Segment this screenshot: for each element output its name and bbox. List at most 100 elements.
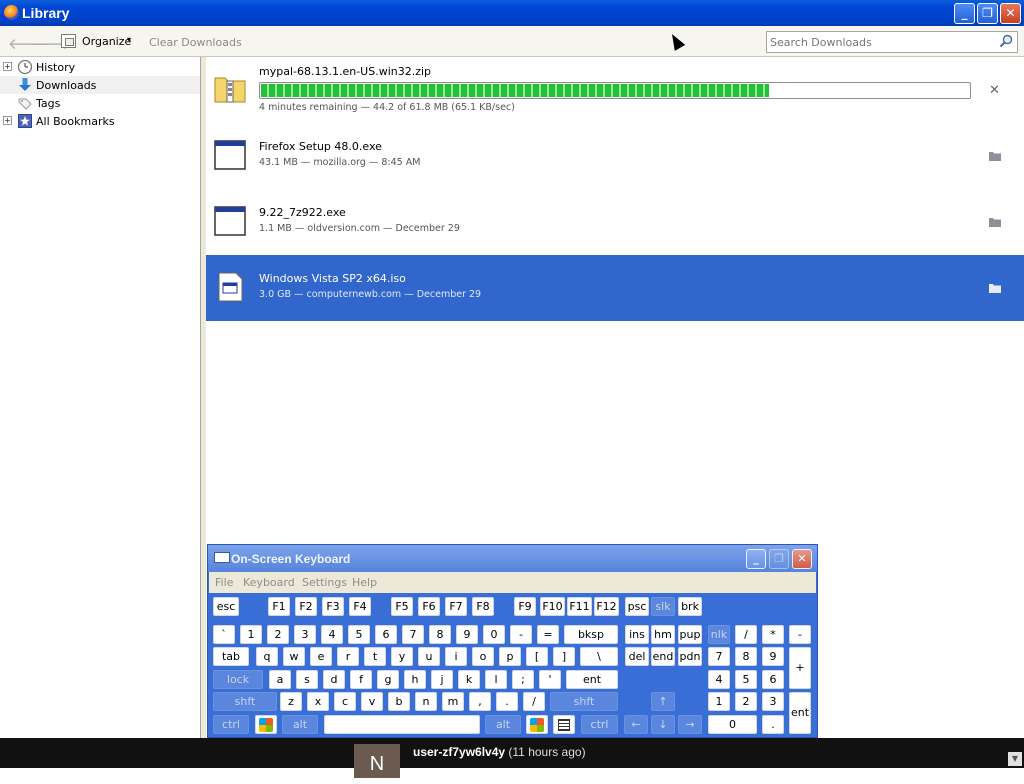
key-space[interactable] bbox=[324, 715, 480, 734]
sidebar-item-history[interactable]: + History bbox=[0, 58, 200, 76]
key-arrow-right[interactable]: → bbox=[678, 715, 702, 734]
key-6[interactable]: 6 bbox=[375, 625, 397, 644]
open-folder-icon[interactable] bbox=[988, 150, 1002, 162]
key-0[interactable]: 0 bbox=[483, 625, 505, 644]
key-ctrl-left[interactable]: ctrl bbox=[213, 715, 249, 734]
key-d[interactable]: d bbox=[323, 670, 345, 689]
key-9[interactable]: 9 bbox=[456, 625, 478, 644]
key-2[interactable]: 2 bbox=[267, 625, 289, 644]
sidebar-item-all-bookmarks[interactable]: + All Bookmarks bbox=[0, 112, 200, 130]
key-x[interactable]: x bbox=[307, 692, 329, 711]
key-quote[interactable]: ' bbox=[539, 670, 561, 689]
chevron-down-icon[interactable]: ▾ bbox=[127, 35, 131, 44]
sidebar-item-downloads[interactable]: Downloads bbox=[0, 76, 200, 94]
key-num-9[interactable]: 9 bbox=[762, 647, 784, 666]
key-q[interactable]: q bbox=[256, 647, 278, 666]
key-t[interactable]: t bbox=[364, 647, 386, 666]
cancel-download-icon[interactable]: ✕ bbox=[989, 83, 1003, 98]
key-shift-left[interactable]: shft bbox=[213, 692, 277, 711]
key-y[interactable]: y bbox=[391, 647, 413, 666]
key-num-6[interactable]: 6 bbox=[762, 670, 784, 689]
key-num-7[interactable]: 7 bbox=[708, 647, 730, 666]
key-del[interactable]: del bbox=[625, 647, 649, 666]
key-num-8[interactable]: 8 bbox=[735, 647, 757, 666]
download-item[interactable]: Firefox Setup 48.0.exe 43.1 MB — mozilla… bbox=[206, 123, 1024, 189]
download-item[interactable]: 9.22_7z922.exe 1.1 MB — oldversion.com —… bbox=[206, 189, 1024, 255]
key-backspace[interactable]: bksp bbox=[564, 625, 618, 644]
key-period[interactable]: . bbox=[496, 692, 518, 711]
maximize-button[interactable]: ❐ bbox=[977, 3, 998, 24]
menu-help[interactable]: Help bbox=[352, 576, 377, 589]
key-p[interactable]: p bbox=[499, 647, 521, 666]
key-f11[interactable]: F11 bbox=[567, 597, 592, 616]
key-f1[interactable]: F1 bbox=[268, 597, 290, 616]
key-brk[interactable]: brk bbox=[678, 597, 702, 616]
sidebar-item-tags[interactable]: Tags bbox=[0, 94, 200, 112]
osk-close-button[interactable]: ✕ bbox=[792, 549, 812, 569]
key-windows-left[interactable] bbox=[255, 715, 277, 734]
key-g[interactable]: g bbox=[377, 670, 399, 689]
key-w[interactable]: w bbox=[283, 647, 305, 666]
title-bar[interactable]: Library _ ❐ ✕ bbox=[0, 0, 1024, 26]
key-rbracket[interactable]: ] bbox=[553, 647, 575, 666]
key-e[interactable]: e bbox=[310, 647, 332, 666]
key-slk[interactable]: slk bbox=[651, 597, 675, 616]
key-num-0[interactable]: 0 bbox=[708, 715, 757, 734]
key-ins[interactable]: ins bbox=[625, 625, 649, 644]
key-u[interactable]: u bbox=[418, 647, 440, 666]
key-num-multiply[interactable]: * bbox=[762, 625, 784, 644]
close-button[interactable]: ✕ bbox=[1000, 3, 1021, 24]
key-o[interactable]: o bbox=[472, 647, 494, 666]
key-arrow-down[interactable]: ↓ bbox=[651, 715, 675, 734]
key-minus[interactable]: - bbox=[510, 625, 532, 644]
key-num-add[interactable]: + bbox=[789, 647, 811, 689]
key-j[interactable]: j bbox=[431, 670, 453, 689]
key-a[interactable]: a bbox=[269, 670, 291, 689]
key-shift-right[interactable]: shft bbox=[550, 692, 618, 711]
download-item-selected[interactable]: Windows Vista SP2 x64.iso 3.0 GB — compu… bbox=[206, 255, 1024, 321]
key-enter[interactable]: ent bbox=[566, 670, 618, 689]
organize-button[interactable]: Organize bbox=[82, 35, 131, 48]
key-f9[interactable]: F9 bbox=[514, 597, 536, 616]
key-s[interactable]: s bbox=[296, 670, 318, 689]
key-n[interactable]: n bbox=[415, 692, 437, 711]
key-3[interactable]: 3 bbox=[294, 625, 316, 644]
key-f[interactable]: f bbox=[350, 670, 372, 689]
download-item[interactable]: mypal-68.13.1.en-US.win32.zip 4 minutes … bbox=[206, 57, 1024, 123]
key-f7[interactable]: F7 bbox=[445, 597, 467, 616]
key-pgdn[interactable]: pdn bbox=[678, 647, 702, 666]
menu-file[interactable]: File bbox=[215, 576, 233, 589]
key-capslock[interactable]: lock bbox=[213, 670, 263, 689]
key-5[interactable]: 5 bbox=[348, 625, 370, 644]
key-semicolon[interactable]: ; bbox=[512, 670, 534, 689]
key-num-divide[interactable]: / bbox=[735, 625, 757, 644]
key-7[interactable]: 7 bbox=[402, 625, 424, 644]
key-alt-left[interactable]: alt bbox=[282, 715, 318, 734]
key-backtick[interactable]: ` bbox=[213, 625, 235, 644]
key-numlock[interactable]: nlk bbox=[708, 625, 730, 644]
key-comma[interactable]: , bbox=[469, 692, 491, 711]
key-num-4[interactable]: 4 bbox=[708, 670, 730, 689]
expand-icon[interactable]: + bbox=[3, 116, 12, 125]
key-m[interactable]: m bbox=[442, 692, 464, 711]
key-z[interactable]: z bbox=[280, 692, 302, 711]
key-end[interactable]: end bbox=[651, 647, 675, 666]
search-input[interactable] bbox=[770, 34, 995, 50]
key-h[interactable]: h bbox=[404, 670, 426, 689]
key-f5[interactable]: F5 bbox=[391, 597, 413, 616]
key-num-enter[interactable]: ent bbox=[789, 692, 811, 734]
key-c[interactable]: c bbox=[334, 692, 356, 711]
key-num-2[interactable]: 2 bbox=[735, 692, 757, 711]
key-i[interactable]: i bbox=[445, 647, 467, 666]
key-f12[interactable]: F12 bbox=[594, 597, 619, 616]
key-f10[interactable]: F10 bbox=[540, 597, 565, 616]
key-k[interactable]: k bbox=[458, 670, 480, 689]
key-lbracket[interactable]: [ bbox=[526, 647, 548, 666]
search-icon[interactable] bbox=[999, 34, 1013, 48]
open-folder-icon[interactable] bbox=[988, 216, 1002, 228]
key-1[interactable]: 1 bbox=[240, 625, 262, 644]
key-pgup[interactable]: pup bbox=[678, 625, 702, 644]
key-f6[interactable]: F6 bbox=[418, 597, 440, 616]
key-alt-right[interactable]: alt bbox=[485, 715, 521, 734]
key-num-decimal[interactable]: . bbox=[762, 715, 784, 734]
